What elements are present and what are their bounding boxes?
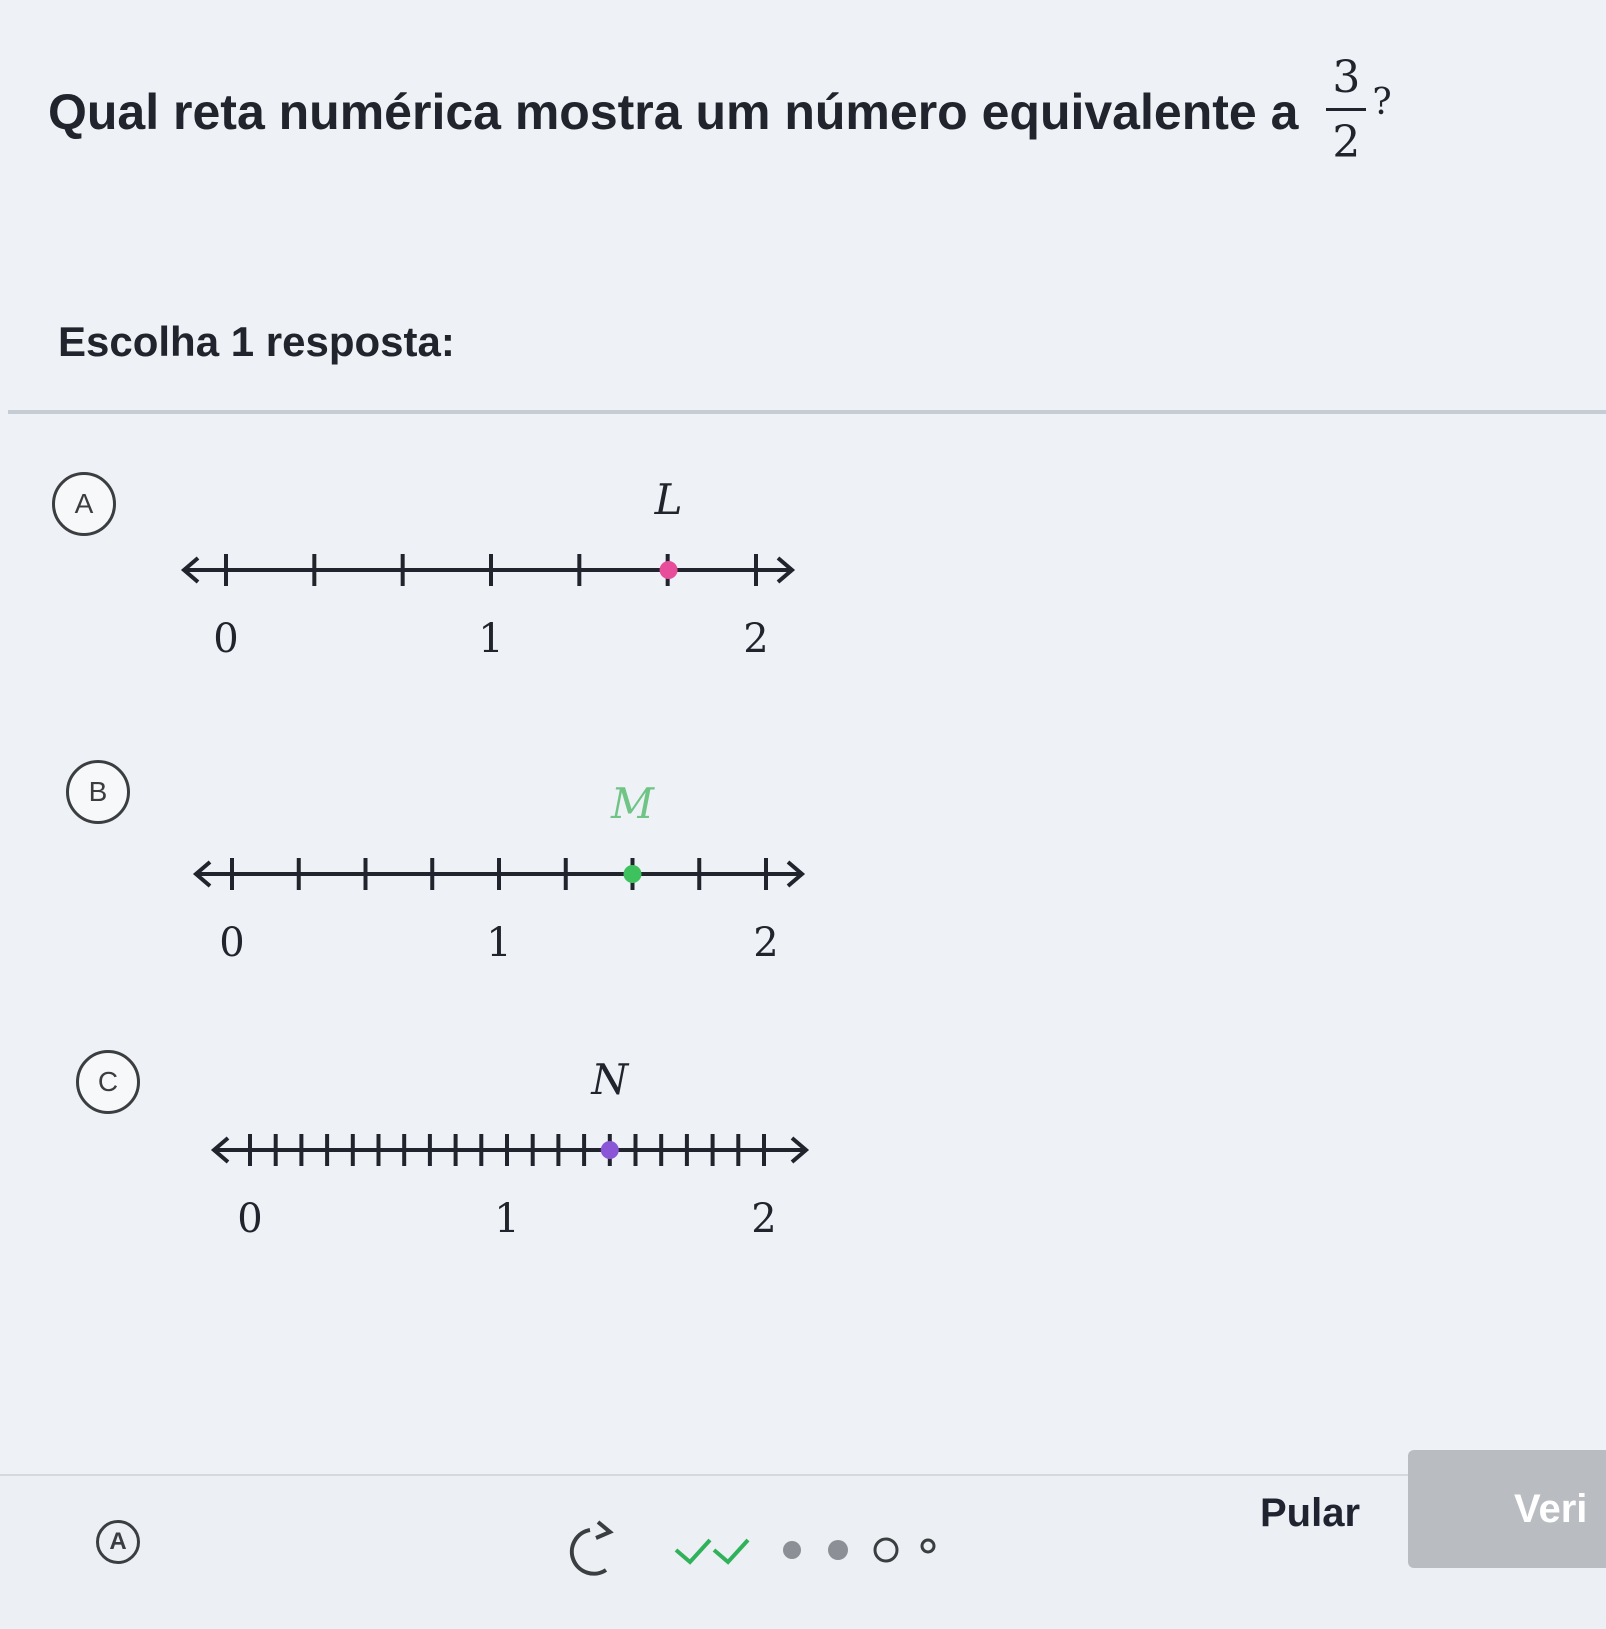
tick-label: 2 [743, 616, 768, 662]
choice-b-number-line: 0 1 2 M [192, 779, 806, 966]
progress-circle-icon [873, 1537, 899, 1563]
refresh-icon[interactable] [569, 1520, 614, 1576]
check-button[interactable]: Veri [1408, 1450, 1606, 1568]
point-label: N [590, 1055, 629, 1104]
question-text: Qual reta numérica mostra um número equi… [48, 83, 1299, 140]
question-mark: ? [1372, 82, 1392, 123]
choice-a-letter[interactable]: A [52, 472, 116, 536]
hint-icon[interactable]: A [96, 1520, 140, 1564]
tick-label: 2 [751, 1196, 776, 1242]
choice-a-number-line: 0 1 2 L [180, 475, 796, 662]
choice-c-letter[interactable]: C [76, 1050, 140, 1114]
point-marker [600, 1141, 619, 1159]
tick-label: 2 [753, 920, 778, 966]
choice-c-number-line: 0 1 2 N [210, 1055, 810, 1242]
progress-check-icon [674, 1538, 712, 1565]
tick-label: 0 [219, 920, 244, 966]
instruction: Escolha 1 resposta: [58, 318, 455, 365]
point-marker [623, 865, 642, 883]
fraction-denominator: 2 [1332, 117, 1361, 168]
point-label: L [654, 475, 683, 524]
point-marker [659, 561, 678, 579]
tick-label: 1 [486, 920, 511, 966]
tick-label: 1 [478, 616, 503, 662]
question: Qual reta numérica mostra um número equi… [48, 48, 1392, 175]
progress-dot-icon [783, 1541, 801, 1559]
choice-b-letter[interactable]: B [66, 760, 130, 824]
divider [8, 410, 1606, 414]
skip-button[interactable]: Pular [1240, 1468, 1380, 1558]
progress-check-icon [712, 1538, 750, 1565]
fraction-numerator: 3 [1326, 48, 1367, 111]
tick-label: 1 [494, 1196, 519, 1242]
progress-indicator [569, 1520, 936, 1576]
progress-dot-icon [828, 1540, 848, 1560]
point-label: M [610, 779, 655, 828]
progress-circle-small-icon [920, 1538, 936, 1554]
tick-label: 0 [213, 616, 238, 662]
tick-label: 0 [237, 1196, 262, 1242]
fraction-three-halves: 3 2 [1326, 48, 1367, 175]
